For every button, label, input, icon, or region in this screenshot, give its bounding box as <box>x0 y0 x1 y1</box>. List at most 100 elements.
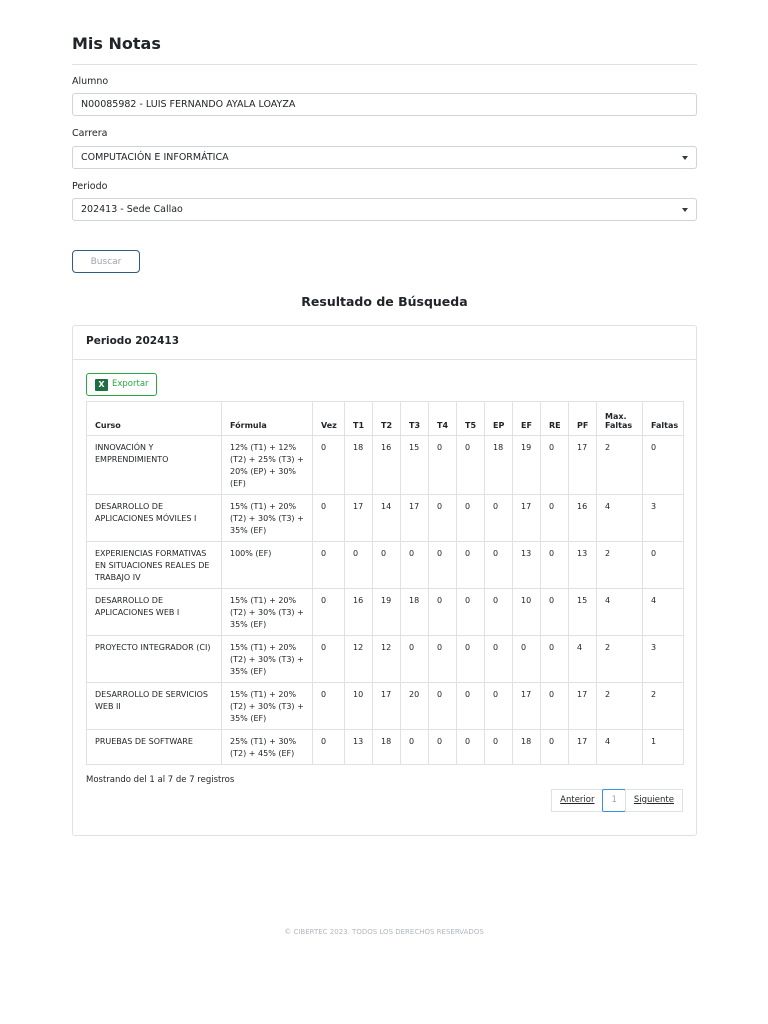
grade-cell: 3 <box>642 494 684 542</box>
grade-cell: 0 <box>312 541 345 589</box>
caret-down-icon <box>682 208 688 212</box>
title-divider <box>72 64 697 65</box>
grade-cell: 0 <box>312 435 345 495</box>
grade-cell: 0 <box>540 494 569 542</box>
col-header[interactable]: Curso <box>86 401 222 436</box>
grade-cell: 0 <box>428 682 457 730</box>
grade-cell: 0 <box>456 541 485 589</box>
periodo-select[interactable]: 202413 - Sede Callao <box>72 198 697 221</box>
table-row: EXPERIENCIAS FORMATIVAS EN SITUACIONES R… <box>86 541 684 589</box>
grade-cell: 2 <box>596 435 643 495</box>
grade-cell: 16 <box>344 588 373 636</box>
grade-cell: 18 <box>400 588 429 636</box>
grade-cell: 0 <box>456 635 485 683</box>
grade-cell: 18 <box>372 729 401 765</box>
grade-cell: 0 <box>456 682 485 730</box>
grade-cell: 0 <box>400 635 429 683</box>
col-header[interactable]: T4 <box>428 401 457 436</box>
grade-cell: 0 <box>540 588 569 636</box>
formula-cell: 100% (EF) <box>221 541 313 589</box>
grade-cell: 0 <box>512 635 541 683</box>
grades-table: Curso Fórmula Vez T1 T2 T3 T4 T5 EP EF R… <box>86 401 684 765</box>
table-row: PRUEBAS DE SOFTWARE 25% (T1) + 30% (T2) +… <box>86 729 684 765</box>
grade-cell: 2 <box>642 682 684 730</box>
grade-cell: 2 <box>596 541 643 589</box>
caret-down-icon <box>682 156 688 160</box>
formula-cell: 15% (T1) + 20% (T2) + 30% (T3) + 35% (EF… <box>221 494 313 542</box>
grade-cell: 19 <box>372 588 401 636</box>
table-row: DESARROLLO DE APLICACIONES WEB I 15% (T1)… <box>86 588 684 636</box>
table-row: DESARROLLO DE APLICACIONES MÓVILES I 15% … <box>86 494 684 542</box>
formula-cell: 15% (T1) + 20% (T2) + 30% (T3) + 35% (EF… <box>221 588 313 636</box>
col-header[interactable]: EP <box>484 401 513 436</box>
col-header[interactable]: T2 <box>372 401 401 436</box>
grade-cell: 15 <box>400 435 429 495</box>
grade-cell: 0 <box>428 588 457 636</box>
grade-cell: 0 <box>484 541 513 589</box>
buscar-button[interactable]: Buscar <box>72 250 140 273</box>
grade-cell: 0 <box>484 635 513 683</box>
card-header: Periodo 202413 <box>73 326 696 360</box>
grade-cell: 0 <box>344 541 373 589</box>
carrera-select[interactable]: COMPUTACIÓN E INFORMÁTICA <box>72 146 697 169</box>
page-title: Mis Notas <box>72 34 161 53</box>
grade-cell: 13 <box>512 541 541 589</box>
grade-cell: 0 <box>312 494 345 542</box>
grade-cell: 0 <box>428 541 457 589</box>
grade-cell: 0 <box>456 588 485 636</box>
grade-cell: 18 <box>512 729 541 765</box>
grade-cell: 0 <box>484 682 513 730</box>
results-card: Periodo 202413 X Exportar Curso Fórmula … <box>72 325 697 836</box>
col-header[interactable]: T5 <box>456 401 485 436</box>
grade-cell: 0 <box>428 635 457 683</box>
col-header[interactable]: RE <box>540 401 569 436</box>
pagination: Anterior 1 Siguiente <box>551 789 683 812</box>
col-header[interactable]: EF <box>512 401 541 436</box>
export-button[interactable]: X Exportar <box>86 373 157 396</box>
grade-cell: 0 <box>484 588 513 636</box>
col-header[interactable]: Fórmula <box>221 401 313 436</box>
grade-cell: 0 <box>428 729 457 765</box>
records-info: Mostrando del 1 al 7 de 7 registros <box>86 775 235 785</box>
table-row: INNOVACIÓN Y EMPRENDIMIENTO 12% (T1) + 12… <box>86 435 684 495</box>
grade-cell: 10 <box>512 588 541 636</box>
pagination-page-1[interactable]: 1 <box>602 789 626 812</box>
col-header[interactable]: PF <box>568 401 597 436</box>
course-cell: DESARROLLO DE SERVICIOS WEB II <box>86 682 222 730</box>
grade-cell: 0 <box>540 635 569 683</box>
col-header[interactable]: Max. Faltas <box>596 401 643 436</box>
grade-cell: 15 <box>568 588 597 636</box>
grade-cell: 18 <box>484 435 513 495</box>
grade-cell: 16 <box>372 435 401 495</box>
formula-cell: 15% (T1) + 20% (T2) + 30% (T3) + 35% (EF… <box>221 635 313 683</box>
carrera-select-value: COMPUTACIÓN E INFORMÁTICA <box>81 152 229 163</box>
grade-cell: 0 <box>312 729 345 765</box>
alumno-field[interactable]: N00085982 - LUIS FERNANDO AYALA LOAYZA <box>72 93 697 116</box>
grade-cell: 0 <box>400 541 429 589</box>
grade-cell: 4 <box>596 588 643 636</box>
formula-cell: 12% (T1) + 12% (T2) + 25% (T3) + 20% (EP… <box>221 435 313 495</box>
col-header[interactable]: Faltas <box>642 401 684 436</box>
grade-cell: 4 <box>596 494 643 542</box>
grade-cell: 0 <box>428 494 457 542</box>
course-cell: EXPERIENCIAS FORMATIVAS EN SITUACIONES R… <box>86 541 222 589</box>
grade-cell: 0 <box>540 729 569 765</box>
col-header[interactable]: Vez <box>312 401 345 436</box>
pagination-prev[interactable]: Anterior <box>551 789 604 812</box>
course-cell: PRUEBAS DE SOFTWARE <box>86 729 222 765</box>
pagination-next[interactable]: Siguiente <box>624 789 683 812</box>
grade-cell: 0 <box>312 682 345 730</box>
grade-cell: 0 <box>484 494 513 542</box>
grade-cell: 17 <box>512 682 541 730</box>
grade-cell: 17 <box>568 682 597 730</box>
col-header[interactable]: T3 <box>400 401 429 436</box>
grade-cell: 17 <box>568 435 597 495</box>
grade-cell: 10 <box>344 682 373 730</box>
grade-cell: 0 <box>372 541 401 589</box>
grade-cell: 0 <box>456 494 485 542</box>
grade-cell: 13 <box>568 541 597 589</box>
grade-cell: 0 <box>428 435 457 495</box>
grade-cell: 13 <box>344 729 373 765</box>
col-header[interactable]: T1 <box>344 401 373 436</box>
grade-cell: 17 <box>372 682 401 730</box>
